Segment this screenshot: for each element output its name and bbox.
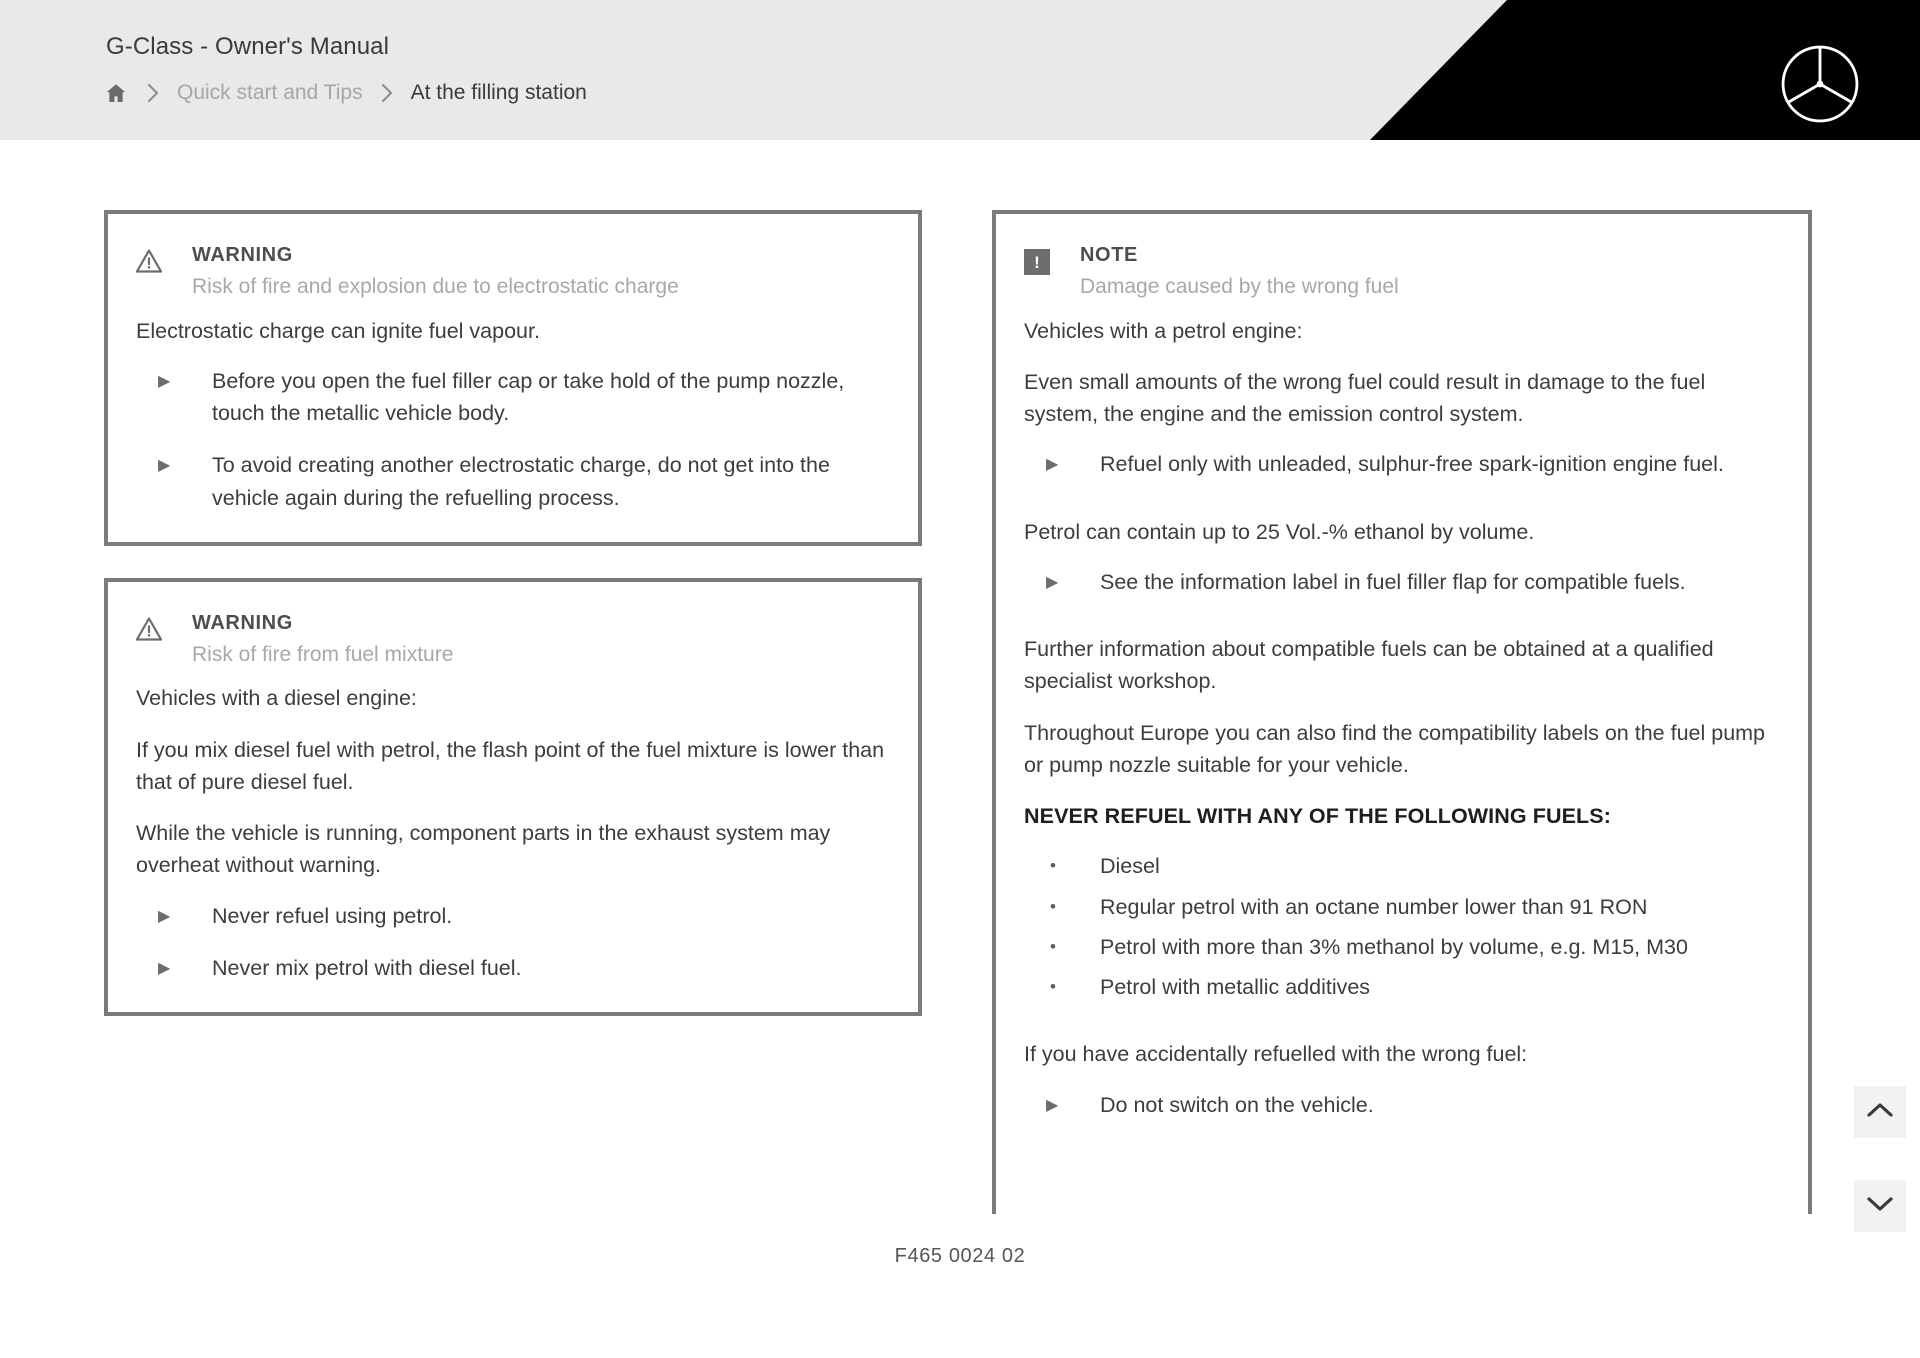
warning-paragraph-3: While the vehicle is running, component … bbox=[136, 821, 831, 878]
dot-bullet-icon: • bbox=[1050, 977, 1056, 996]
list-item: • Diesel bbox=[1024, 850, 1778, 882]
warning-paragraph-1: Vehicles with a diesel engine: bbox=[136, 686, 417, 711]
warning-subtitle: Risk of fire and explosion due to electr… bbox=[192, 275, 679, 298]
scroll-up-button[interactable] bbox=[1854, 1086, 1906, 1138]
breadcrumb-item-at-the-filling-station[interactable]: At the filling station bbox=[411, 81, 587, 105]
page-footer: F465 0024 02 bbox=[0, 1222, 1920, 1290]
note-icon-glyph: ! bbox=[1024, 249, 1050, 275]
dot-bullet-icon: • bbox=[1050, 936, 1056, 956]
warning-header: WARNING Risk of fire and explosion due t… bbox=[136, 242, 888, 303]
list-item: ▶ Before you open the fuel filler cap or… bbox=[136, 365, 888, 430]
note-paragraph-3: Petrol can contain up to 25 Vol.-% ethan… bbox=[1024, 519, 1535, 544]
warning-bullet-list: ▶ Never refuel using petrol. ▶ Never mix… bbox=[136, 900, 888, 985]
chevron-down-icon bbox=[1865, 1194, 1895, 1219]
warning-box-electrostatic: WARNING Risk of fire and explosion due t… bbox=[104, 210, 922, 546]
arrow-bullet-icon: ▶ bbox=[158, 959, 171, 977]
note-header: ! NOTE Damage caused by the wrong fuel bbox=[1024, 242, 1778, 303]
warning-paragraph-2: If you mix diesel fuel with petrol, the … bbox=[136, 737, 885, 794]
list-item-text: Never refuel using petrol. bbox=[212, 903, 453, 928]
list-item-text: Petrol with more than 3% methanol by vol… bbox=[1100, 934, 1688, 959]
right-column: ! NOTE Damage caused by the wrong fuel V… bbox=[992, 210, 1812, 1214]
dot-bullet-icon: • bbox=[1050, 856, 1056, 876]
note-label: NOTE bbox=[1080, 244, 1138, 266]
warning-triangle-icon bbox=[136, 242, 192, 273]
warning-box-fuel-mixture: WARNING Risk of fire from fuel mixture V… bbox=[104, 577, 922, 1016]
list-item: ▶ Refuel only with unleaded, sulphur-fre… bbox=[1024, 448, 1778, 480]
never-refuel-fuel-list: • Diesel • Regular petrol with an octane… bbox=[1024, 850, 1778, 1003]
note-paragraph-2: Even small amounts of the wrong fuel cou… bbox=[1024, 369, 1706, 426]
list-item-text: Do not switch on the vehicle. bbox=[1100, 1092, 1374, 1117]
page-title: G-Class - Owner's Manual bbox=[106, 33, 390, 60]
side-button-group bbox=[1854, 1086, 1906, 1232]
home-icon[interactable] bbox=[103, 80, 129, 106]
warning-label: WARNING bbox=[192, 244, 293, 266]
list-item: ▶ Do not switch on the vehicle. bbox=[1024, 1089, 1778, 1121]
list-item: • Regular petrol with an octane number l… bbox=[1024, 891, 1778, 923]
list-item-text: Regular petrol with an octane number low… bbox=[1100, 894, 1648, 919]
warning-subtitle: Risk of fire from fuel mixture bbox=[192, 642, 454, 666]
arrow-bullet-icon: ▶ bbox=[1046, 456, 1059, 474]
warning-paragraph: Electrostatic charge can ignite fuel vap… bbox=[136, 318, 540, 343]
arrow-bullet-icon: ▶ bbox=[158, 372, 171, 390]
list-item-text: To avoid creating another electrostatic … bbox=[212, 453, 830, 510]
page-header: G-Class - Owner's Manual Quick start and… bbox=[0, 0, 1920, 140]
list-item-text: Before you open the fuel filler cap or t… bbox=[212, 368, 845, 425]
list-item-text: Refuel only with unleaded, sulphur-free … bbox=[1100, 452, 1724, 477]
note-exclamation-icon: ! bbox=[1024, 242, 1080, 275]
left-column: WARNING Risk of fire and explosion due t… bbox=[104, 210, 922, 1016]
note-paragraph-4: Further information about compatible fue… bbox=[1024, 637, 1714, 694]
list-item-text: Diesel bbox=[1100, 854, 1160, 879]
list-item: ▶ See the information label in fuel fill… bbox=[1024, 566, 1778, 598]
list-item: ▶ Never mix petrol with diesel fuel. bbox=[136, 952, 888, 984]
list-item: • Petrol with metallic additives bbox=[1024, 971, 1778, 1003]
arrow-bullet-icon: ▶ bbox=[1046, 1096, 1059, 1114]
breadcrumb-separator-2 bbox=[363, 82, 411, 104]
note-box-wrong-fuel: ! NOTE Damage caused by the wrong fuel V… bbox=[992, 210, 1812, 1214]
document-code: F465 0024 02 bbox=[894, 1244, 1026, 1267]
note-bullet-list-3: ▶ Do not switch on the vehicle. bbox=[1024, 1089, 1778, 1121]
list-item: ▶ Never refuel using petrol. bbox=[136, 900, 888, 932]
list-item: ▶ To avoid creating another electrostati… bbox=[136, 449, 888, 514]
warning-header: WARNING Risk of fire from fuel mixture bbox=[136, 610, 888, 671]
note-paragraph-5: Throughout Europe you can also find the … bbox=[1024, 720, 1766, 777]
arrow-bullet-icon: ▶ bbox=[1046, 573, 1059, 591]
chevron-up-icon bbox=[1865, 1100, 1895, 1125]
dot-bullet-icon: • bbox=[1050, 896, 1056, 916]
breadcrumb-item-quick-start[interactable]: Quick start and Tips bbox=[177, 81, 363, 105]
note-paragraph-1: Vehicles with a petrol engine: bbox=[1024, 318, 1303, 343]
list-item-text: Never mix petrol with diesel fuel. bbox=[212, 955, 522, 980]
note-heading-never-refuel: NEVER REFUEL WITH ANY OF THE FOLLOWING F… bbox=[1024, 804, 1611, 828]
note-paragraph-6: If you have accidentally refuelled with … bbox=[1024, 1042, 1528, 1067]
arrow-bullet-icon: ▶ bbox=[158, 907, 171, 925]
arrow-bullet-icon: ▶ bbox=[158, 457, 171, 475]
warning-label: WARNING bbox=[192, 611, 293, 634]
mercedes-star-logo bbox=[1778, 42, 1862, 126]
breadcrumb-separator-1 bbox=[129, 82, 177, 104]
note-subtitle: Damage caused by the wrong fuel bbox=[1080, 275, 1399, 298]
list-item-text: See the information label in fuel filler… bbox=[1100, 569, 1686, 594]
list-item-text: Petrol with metallic additives bbox=[1100, 975, 1371, 999]
note-bullet-list-2: ▶ See the information label in fuel fill… bbox=[1024, 566, 1778, 598]
page-content: WARNING Risk of fire and explosion due t… bbox=[0, 140, 1920, 1290]
list-item: • Petrol with more than 3% methanol by v… bbox=[1024, 931, 1778, 963]
warning-bullet-list: ▶ Before you open the fuel filler cap or… bbox=[136, 365, 888, 514]
note-bullet-list-1: ▶ Refuel only with unleaded, sulphur-fre… bbox=[1024, 448, 1778, 480]
breadcrumb: Quick start and Tips At the filling stat… bbox=[103, 78, 587, 108]
warning-triangle-icon bbox=[136, 610, 192, 641]
